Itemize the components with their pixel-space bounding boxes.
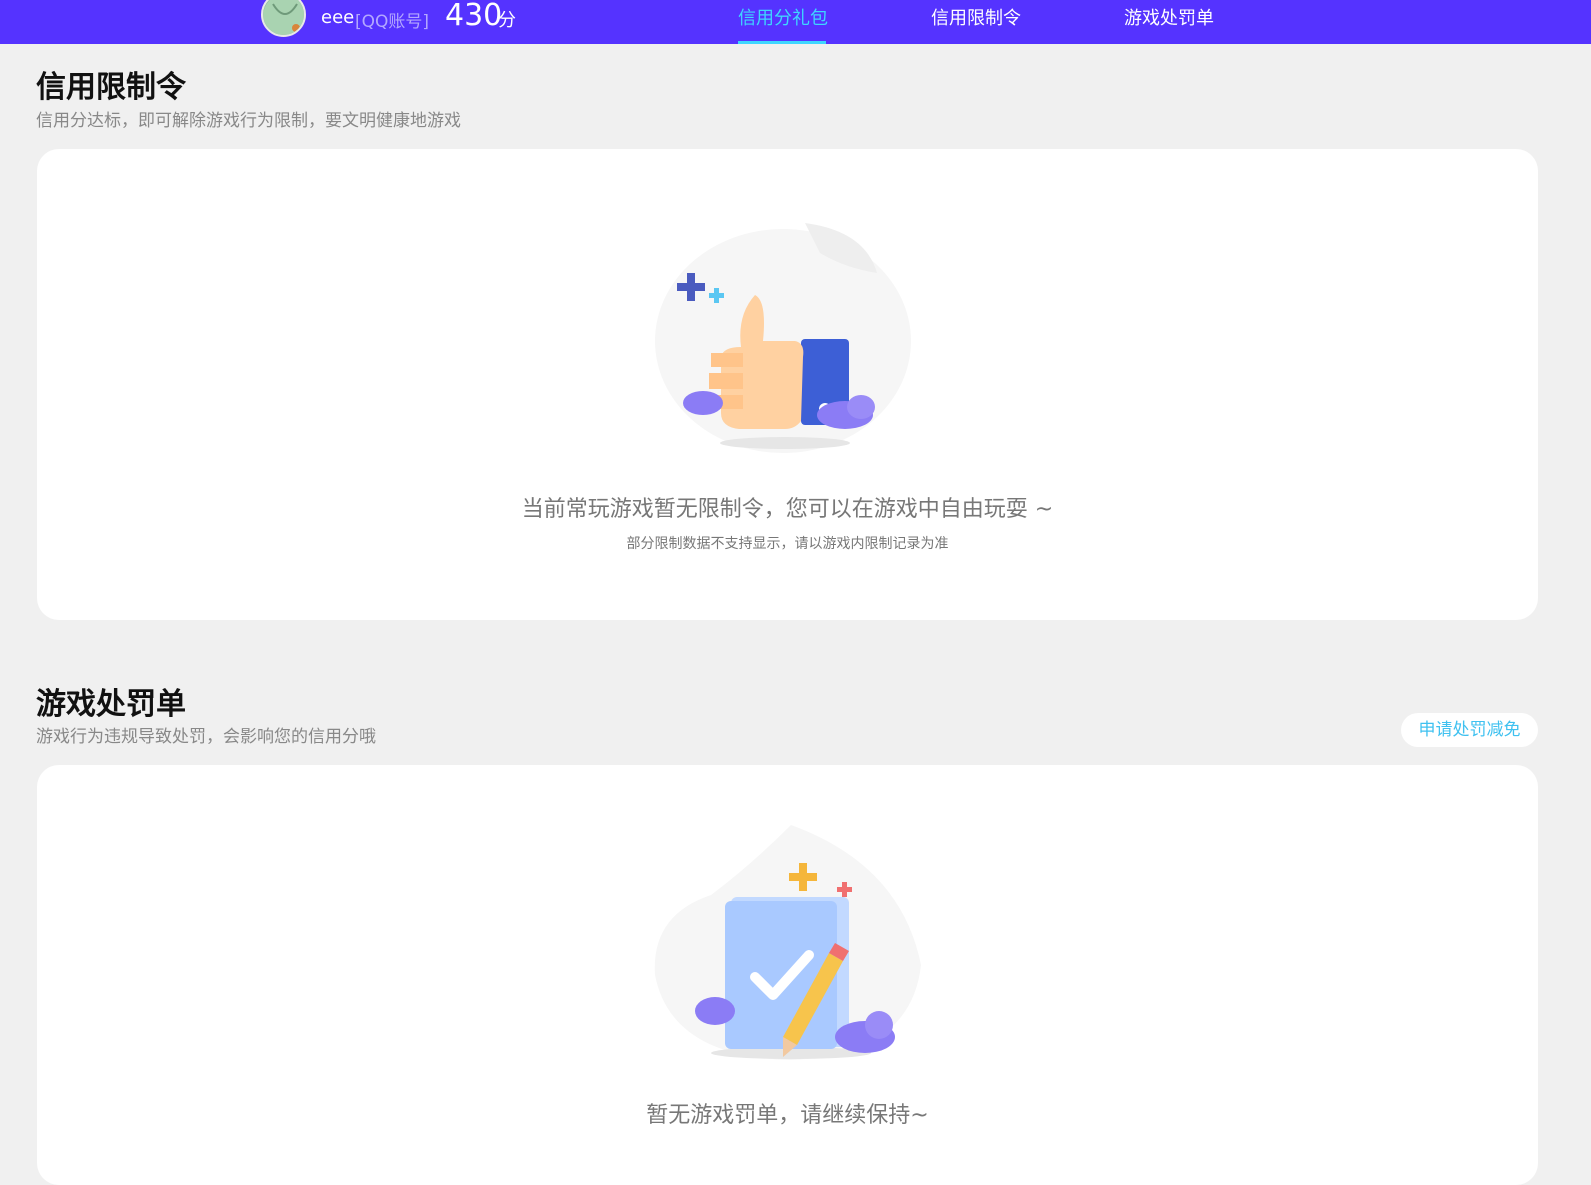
account-type: [QQ账号] — [355, 12, 430, 32]
checklist-pencil-icon — [654, 825, 921, 1060]
penalty-section-title: 游戏处罚单 — [36, 687, 186, 722]
penalty-section-subtitle: 游戏行为违规导致处罚，会影响您的信用分哦 — [36, 727, 376, 747]
top-bar: eee [QQ账号] 430 分 信用分礼包 信用限制令 游戏处罚单 — [0, 0, 1591, 44]
restriction-section-subtitle: 信用分达标，即可解除游戏行为限制，要文明健康地游戏 — [36, 111, 461, 131]
tab-credit-gift[interactable]: 信用分礼包 — [738, 4, 828, 30]
tab-game-penalty[interactable]: 游戏处罚单 — [1124, 4, 1214, 30]
penalty-card: 暂无游戏罚单，请继续保持~ — [37, 765, 1538, 1185]
active-tab-indicator — [738, 41, 826, 44]
restriction-section-title: 信用限制令 — [36, 70, 186, 105]
credit-score: 430 — [445, 0, 503, 33]
apply-penalty-reduction-button[interactable]: 申请处罚减免 — [1401, 713, 1538, 747]
restriction-empty-message: 当前常玩游戏暂无限制令，您可以在游戏中自由玩耍 ~ — [521, 497, 1054, 522]
thumbs-up-icon — [655, 223, 911, 453]
credit-score-unit: 分 — [498, 10, 516, 31]
tab-credit-restriction[interactable]: 信用限制令 — [931, 4, 1021, 30]
restriction-empty-note: 部分限制数据不支持显示，请以游戏内限制记录为准 — [626, 536, 949, 552]
avatar[interactable] — [261, 0, 306, 37]
penalty-empty-message: 暂无游戏罚单，请继续保持~ — [646, 1103, 929, 1128]
user-name: eee — [321, 7, 355, 28]
restriction-card: 当前常玩游戏暂无限制令，您可以在游戏中自由玩耍 ~ 部分限制数据不支持显示，请以… — [37, 149, 1538, 620]
